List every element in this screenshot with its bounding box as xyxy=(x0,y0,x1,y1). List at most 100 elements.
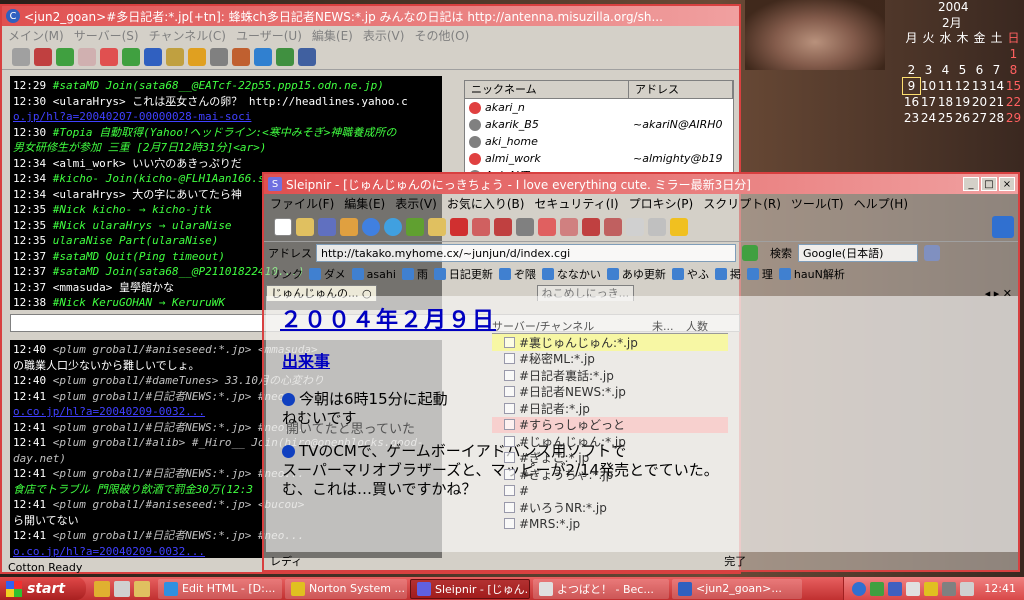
nick-row[interactable]: akarik_B5 ~akariN@AIRH0 xyxy=(465,116,733,133)
browser-title-bar[interactable]: S Sleipnir - [じゅんじゅんのにっきちょう - I love eve… xyxy=(264,174,1018,194)
link-item[interactable]: ぞ隈 xyxy=(498,266,536,282)
gear-icon[interactable] xyxy=(210,47,228,66)
browser-menu-item[interactable]: プロキシ(P) xyxy=(629,195,694,212)
search-engine-select[interactable]: Google(日本語) xyxy=(798,244,918,262)
irc-window-title: <jun2_goan>#多日記者:*.jp[+tn]: 蜂蛛ch多日記者NEWS… xyxy=(24,9,663,24)
nick-column-header[interactable]: ニックネーム xyxy=(465,81,629,98)
link-item[interactable]: 理 xyxy=(746,266,773,282)
tray-icon[interactable] xyxy=(906,581,921,596)
minimize-button[interactable]: _ xyxy=(963,177,979,191)
link-item[interactable]: ダメ xyxy=(309,266,346,282)
irc-menu-item[interactable]: その他(O) xyxy=(414,27,469,44)
irc-menu-item[interactable]: 表示(V) xyxy=(363,27,405,44)
irc-menu-item[interactable]: チャンネル(C) xyxy=(149,27,226,44)
log-icon[interactable] xyxy=(166,47,184,66)
taskbar-button[interactable]: Sleipnir - [じゅん... xyxy=(410,578,530,599)
browser-menu-item[interactable]: ファイル(F) xyxy=(270,195,334,212)
connect-icon[interactable] xyxy=(12,47,30,66)
taskbar-button[interactable]: よつばと！ - Bec... xyxy=(533,578,669,599)
tile-icon[interactable] xyxy=(560,217,578,236)
zoom-icon[interactable] xyxy=(626,217,644,236)
start-button[interactable]: start xyxy=(0,577,86,600)
quick-launch-icon[interactable] xyxy=(114,580,130,597)
add-icon[interactable] xyxy=(122,47,140,66)
open-icon[interactable] xyxy=(296,217,314,236)
tray-icon[interactable] xyxy=(888,581,903,596)
log-text: ularaNise Part(ularaNise) xyxy=(52,234,219,247)
link-item[interactable]: あゆ更新 xyxy=(606,266,666,282)
tray-icon[interactable] xyxy=(852,581,867,596)
browser-menu-item[interactable]: 編集(E) xyxy=(344,195,385,212)
history-icon[interactable] xyxy=(516,217,534,236)
folder-icon[interactable] xyxy=(340,217,358,236)
favorites-icon[interactable] xyxy=(318,217,336,236)
volume-icon[interactable] xyxy=(960,581,975,596)
quick-launch-icon[interactable] xyxy=(134,580,150,597)
irc-menu-item[interactable]: ユーザー(U) xyxy=(236,27,302,44)
quick-launch-icon[interactable] xyxy=(94,580,110,597)
search-go-icon[interactable] xyxy=(924,245,940,261)
nick-row[interactable]: almi_work ~almighty@b19 xyxy=(465,150,733,167)
browser-menu-item[interactable]: ツール(T) xyxy=(791,195,844,212)
link-item[interactable]: ななかい xyxy=(541,266,601,282)
link-item[interactable]: asahi xyxy=(351,267,396,281)
minimize-all-icon[interactable] xyxy=(582,217,600,236)
browser-menu-item[interactable]: ヘルプ(H) xyxy=(854,195,908,212)
flower-icon[interactable] xyxy=(188,47,206,66)
close-all-icon[interactable] xyxy=(494,217,512,236)
nick-list[interactable]: ニックネーム アドレス akari_n akarik_B5 ~akariN@AIRH… xyxy=(464,80,734,182)
link-icon xyxy=(433,268,446,280)
save-icon[interactable] xyxy=(144,47,162,66)
print-icon[interactable] xyxy=(648,217,666,236)
link-icon xyxy=(671,268,684,280)
log-line: 12:34 <almi_work> いい穴のあきっぷりだ xyxy=(13,156,439,172)
new-page-icon[interactable] xyxy=(274,217,292,236)
search-icon[interactable] xyxy=(254,47,272,66)
link-item[interactable]: 雨 xyxy=(401,266,428,282)
close-tab-icon[interactable] xyxy=(472,217,490,236)
irc-menu-item[interactable]: サーバー(S) xyxy=(74,27,139,44)
nick-cell: akari_n xyxy=(465,101,629,114)
star-icon[interactable] xyxy=(670,217,688,236)
link-item[interactable]: hauN解析 xyxy=(778,266,845,282)
browser-menu-item[interactable]: スクリプト(R) xyxy=(703,195,781,212)
nick-address: ~almighty@b19 xyxy=(633,152,723,165)
back-icon[interactable] xyxy=(362,217,380,236)
stop-icon[interactable] xyxy=(450,217,468,236)
calendar-day: 18 xyxy=(937,95,954,109)
link-label: asahi xyxy=(366,267,396,281)
link-item[interactable]: 掲 xyxy=(714,266,741,282)
close-button[interactable]: × xyxy=(999,177,1015,191)
address-input[interactable]: http://takako.myhome.cx/~junjun/d/index.… xyxy=(316,244,736,262)
tray-icon[interactable] xyxy=(924,581,939,596)
maximize-button[interactable]: □ xyxy=(981,177,997,191)
disconnect-icon[interactable] xyxy=(34,47,52,66)
paw-icon[interactable] xyxy=(298,47,316,66)
window-list-icon[interactable] xyxy=(604,217,622,236)
go-icon[interactable] xyxy=(742,245,758,261)
ab-icon[interactable] xyxy=(276,47,294,66)
link-item[interactable]: 日記更新 xyxy=(433,266,493,282)
join-icon[interactable] xyxy=(56,47,74,66)
home-icon[interactable] xyxy=(428,217,446,236)
browser-menu-item[interactable]: セキュリティ(I) xyxy=(534,195,618,212)
irc-menu-item[interactable]: メイン(M) xyxy=(8,27,64,44)
taskbar-button[interactable]: Edit HTML - [D:... xyxy=(158,578,282,599)
taskbar-button[interactable]: Norton System ... xyxy=(285,578,407,599)
stop-icon[interactable] xyxy=(100,47,118,66)
browser-menu-item[interactable]: お気に入り(B) xyxy=(447,195,525,212)
refresh-icon[interactable] xyxy=(406,217,424,236)
tray-icon[interactable] xyxy=(870,581,885,596)
browser-menu-item[interactable]: 表示(V) xyxy=(395,195,437,212)
address-column-header[interactable]: アドレス xyxy=(629,81,733,98)
forward-icon[interactable] xyxy=(384,217,402,236)
part-icon[interactable] xyxy=(78,47,96,66)
user-icon[interactable] xyxy=(232,47,250,66)
cascade-icon[interactable] xyxy=(538,217,556,236)
taskbar-app-icon xyxy=(417,581,431,596)
link-item[interactable]: やふ xyxy=(671,266,709,282)
irc-title-bar[interactable]: C <jun2_goan>#多日記者:*.jp[+tn]: 蜂蛛ch多日記者NE… xyxy=(2,6,739,26)
taskbar-button[interactable]: <jun2_goan>... xyxy=(672,578,802,599)
irc-menu-item[interactable]: 編集(E) xyxy=(312,27,353,44)
tray-icon[interactable] xyxy=(942,581,957,596)
